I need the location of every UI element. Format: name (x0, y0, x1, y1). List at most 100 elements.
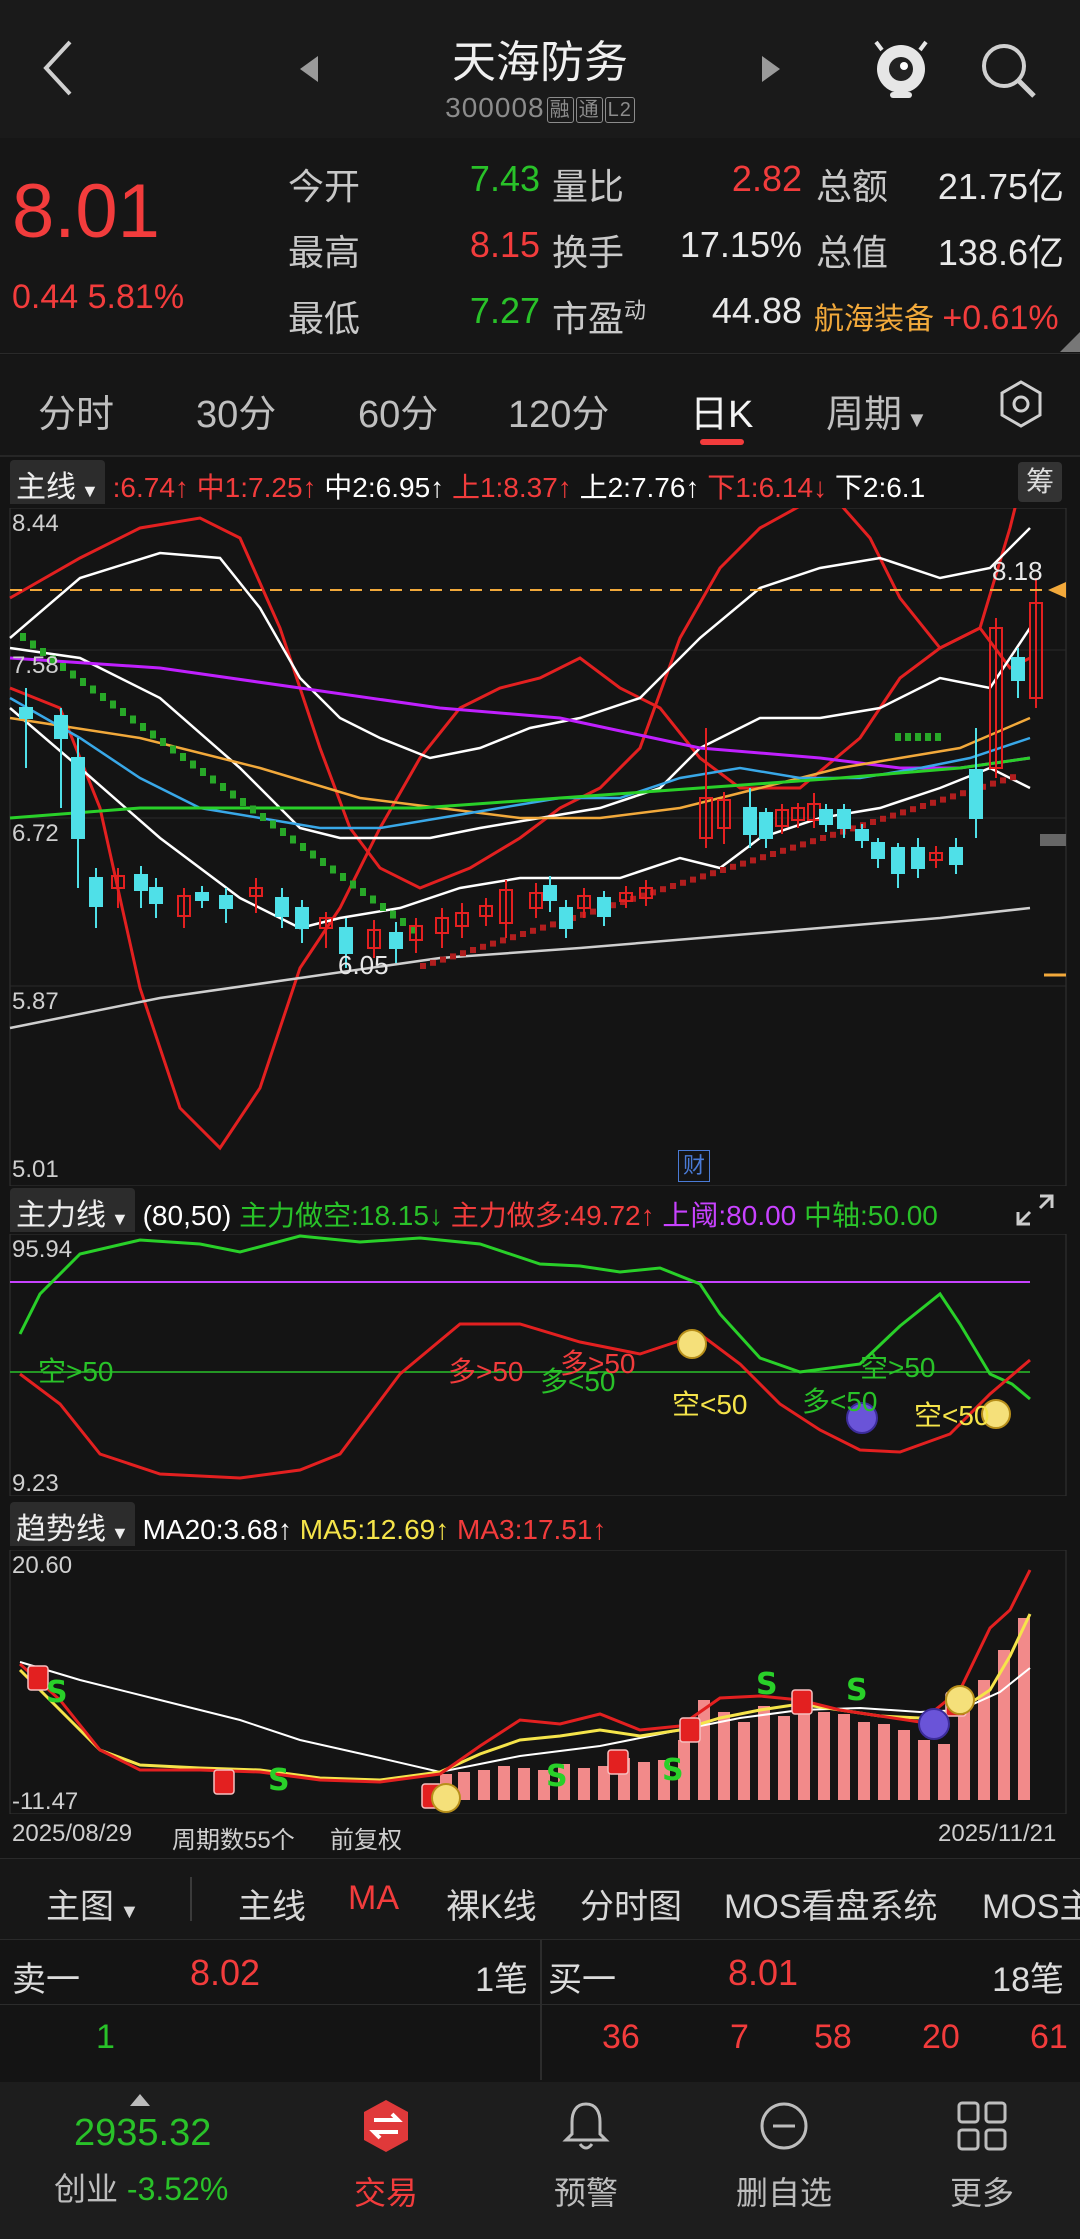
main-legend-item: 中1:7.25↑ (188, 472, 317, 503)
force-legend: (80,50) 主力做空:18.15↓ 主力做多:49.72↑ 上阈:80.00… (143, 1200, 938, 1231)
force-legend-item: (80,50) (142, 1200, 232, 1231)
candle-body (949, 847, 963, 865)
dot-mark (460, 950, 466, 957)
caret-down-icon: ▼ (906, 407, 928, 432)
dot-mark (510, 934, 516, 941)
buy-signal-icon (607, 1749, 629, 1775)
sell-signal-icon: S (546, 1759, 568, 1794)
margin-tag: 融 (546, 96, 574, 123)
buy-signal-icon (27, 1665, 49, 1691)
turnover-value: 17.15% (679, 224, 802, 265)
buy1-price: 8.01 (728, 1952, 799, 1993)
grid-icon (957, 2101, 1007, 2151)
dot-mark (180, 753, 186, 761)
dot-mark (240, 798, 246, 806)
tab-period[interactable]: 周期 ▼ (826, 383, 928, 438)
dot-mark (230, 790, 236, 799)
expand-icon[interactable] (1012, 1190, 1058, 1230)
trend-legend: MA20:3.68↑ MA5:12.69↑ MA3:17.51↑ (143, 1514, 607, 1545)
menu-item-mos-system[interactable]: MOS看盘系统 (724, 1879, 937, 1928)
dot-mark (890, 812, 896, 819)
main-legend-item: 中2:6.95↑ (316, 472, 445, 503)
turnover-label: 换手 (552, 232, 625, 273)
settings-hex-icon[interactable] (996, 379, 1046, 429)
search-icon[interactable] (978, 40, 1038, 100)
pe-type: 动 (624, 298, 647, 323)
dot-mark (880, 815, 886, 822)
nav-trade-label: 交易 (353, 2175, 418, 2211)
trend-chart[interactable]: S S S S S S (0, 1550, 1080, 1814)
tab-60min[interactable]: 60分 (358, 383, 438, 438)
force-signal-label: 空>50 (860, 1352, 936, 1383)
dot-mark (950, 793, 956, 800)
tab-daily-k[interactable]: 日K (690, 383, 753, 438)
money-bag-icon (677, 1329, 707, 1359)
index-ticker[interactable]: 2935.32 创业 -3.52% (0, 2082, 280, 2239)
candle-body (837, 809, 851, 829)
menu-item-bare-k[interactable]: 裸K线 (446, 1879, 537, 1928)
tab-30min[interactable]: 30分 (196, 383, 276, 438)
buy-queue-5: 61 (1030, 2018, 1068, 2056)
next-stock-icon[interactable] (760, 54, 782, 84)
trend-bar (718, 1712, 730, 1800)
nav-remove-watchlist[interactable]: 删自选 (704, 2082, 864, 2239)
y-label-4: 5.87 (12, 988, 59, 1015)
dot-mark (110, 700, 116, 709)
sell-signal-icon: S (662, 1753, 684, 1788)
app-header: 天海防务 300008 融通 L2 (0, 0, 1080, 138)
nav-more[interactable]: 更多 (902, 2082, 1062, 2239)
main-chart-menu[interactable]: 主图 ▼ (46, 1879, 139, 1928)
amount-label: 总额 (816, 166, 889, 207)
force-legend-item: 上阈:80.00 (654, 1200, 797, 1231)
force-y-top: 95.94 (12, 1236, 73, 1263)
dot-mark (920, 803, 926, 809)
dot-mark (700, 873, 706, 880)
dot-mark (370, 895, 376, 904)
bottom-nav: 2935.32 创业 -3.52% 交易 预警 删自选 更多 (0, 2082, 1080, 2239)
menu-item-mainline[interactable]: 主线 (238, 1879, 306, 1928)
trend-bar (758, 1706, 770, 1800)
force-signal-label: 多>50 (560, 1348, 636, 1379)
menu-item-ma[interactable]: MA (348, 1879, 399, 1918)
nav-trade[interactable]: 交易 (306, 2082, 466, 2239)
dot-mark (130, 715, 136, 724)
book-divider (540, 1940, 542, 2080)
kline-chart[interactable] (0, 508, 1080, 1186)
chip-distribution-button[interactable]: 筹 (1018, 462, 1062, 502)
candle-body (969, 769, 983, 819)
pe-label: 市盈动 (552, 290, 646, 342)
trend-bar (858, 1722, 870, 1800)
main-legend-item: 上2:7.76↑ (571, 472, 700, 503)
assistant-robot-icon[interactable] (868, 36, 934, 102)
menu-item-mos-main[interactable]: MOS主 (982, 1879, 1080, 1928)
trend-legend-item: MA5:12.69↑ (292, 1514, 450, 1545)
tab-intraday[interactable]: 分时 (38, 383, 114, 438)
dot-mark (440, 956, 446, 963)
trend-indicator-select[interactable]: 趋势线 ▼ (10, 1502, 135, 1546)
sector-percent: +0.61% (942, 299, 1059, 337)
nav-alert[interactable]: 预警 (506, 2082, 666, 2239)
sad-face-icon (918, 1708, 950, 1740)
main-legend-bar: 主线 ▼ :6.74↑ 中1:7.25↑ 中2:6.95↑ 上1:8.37↑ 上… (10, 460, 1078, 504)
overlay-line (9, 906, 1031, 1030)
buy1-label: 买一 (548, 1961, 616, 1999)
sector-link[interactable]: 航海装备 +0.61% (814, 294, 1059, 338)
dot-mark (420, 963, 426, 969)
tab-120min[interactable]: 120分 (508, 383, 609, 438)
sell-queue-1: 1 (96, 2018, 115, 2056)
dot-mark (200, 768, 206, 776)
menu-item-intraday[interactable]: 分时图 (580, 1879, 682, 1928)
main-indicator-select[interactable]: 主线 ▼ (10, 460, 105, 504)
candle-body (743, 807, 757, 835)
force-indicator-select[interactable]: 主力线 ▼ (10, 1188, 135, 1232)
expand-corner-icon[interactable] (1058, 332, 1080, 352)
trend-legend-bar: 趋势线 ▼ MA20:3.68↑ MA5:12.69↑ MA3:17.51↑ (10, 1502, 1070, 1546)
dot-mark (690, 876, 696, 883)
financial-report-badge[interactable]: 财 (678, 1150, 710, 1182)
adjust-mode[interactable]: 前复权 (330, 1820, 402, 1855)
change-percent: 5.81% (87, 278, 185, 316)
dot-mark (160, 738, 166, 746)
buy-queue-1: 36 (602, 2018, 640, 2056)
index-percent: -3.52% (126, 2171, 229, 2207)
candle-body (275, 897, 289, 917)
